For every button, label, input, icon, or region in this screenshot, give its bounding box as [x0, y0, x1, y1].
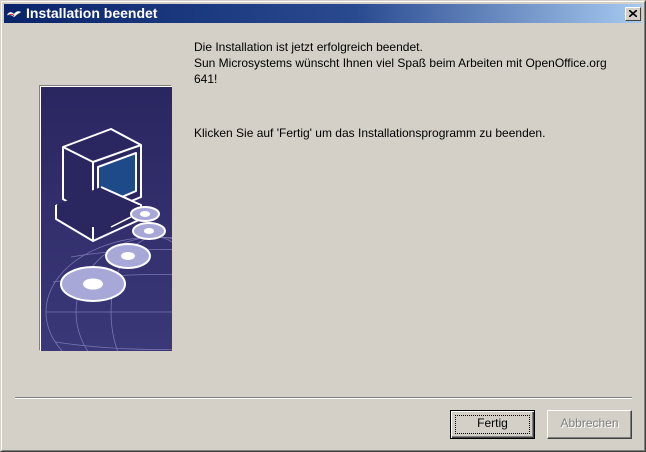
computer-with-discs-illustration [41, 87, 172, 351]
message-line: 641! [194, 72, 218, 86]
completion-message: Die Installation ist jetzt erfolgreich b… [194, 39, 634, 87]
openoffice-gull-icon [6, 6, 22, 22]
cancel-button-label: Abbrechen [560, 416, 619, 430]
cancel-button[interactable]: Abbrechen [547, 410, 632, 439]
close-button[interactable] [625, 7, 641, 21]
instruction-text: Klicken Sie auf 'Fertig' um das Installa… [194, 126, 546, 140]
finish-button-label: Fertig [477, 416, 508, 430]
title-bar[interactable]: Installation beendet [4, 4, 642, 23]
message-line: Sun Microsystems wünscht Ihnen viel Spaß… [194, 56, 607, 70]
message-line: Die Installation ist jetzt erfolgreich b… [194, 40, 423, 54]
divider [15, 397, 632, 399]
installer-banner-image [39, 85, 172, 351]
installer-dialog: Installation beendet Die Installation is… [0, 0, 646, 452]
finish-button[interactable]: Fertig [450, 410, 535, 439]
window-title: Installation beendet [26, 5, 158, 21]
